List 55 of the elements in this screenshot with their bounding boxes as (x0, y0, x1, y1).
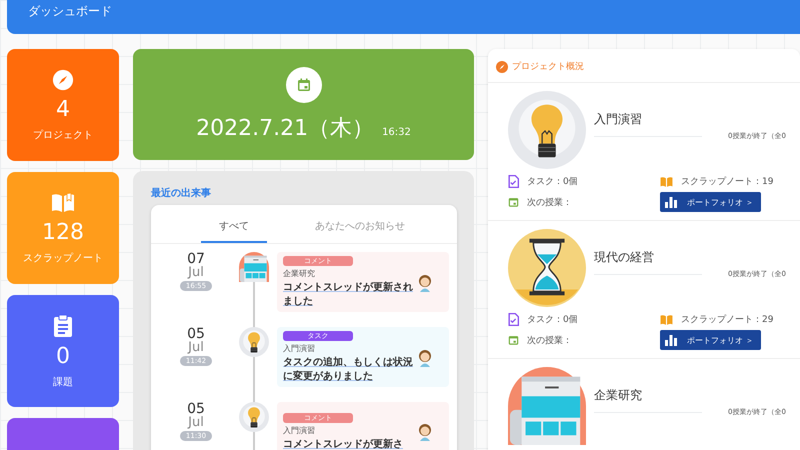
panel-title: 最近の出来事 (151, 186, 211, 200)
book-icon (660, 176, 673, 188)
event-day: 07 (187, 252, 205, 266)
event-project: 入門演習 (283, 424, 315, 436)
event-month: Jul (188, 266, 204, 280)
page-title: ダッシュボード (28, 3, 112, 20)
portfolio-button[interactable]: ポートフォリオ ＞ (660, 192, 761, 212)
next-class: 次の授業： (527, 196, 572, 208)
light-bulb-drawing (239, 402, 269, 432)
stat-label: プロジェクト (33, 128, 93, 142)
event-month: Jul (188, 341, 204, 356)
date-text: 2022.7.21（木） (196, 114, 374, 142)
calendar-icon (508, 196, 519, 208)
event-project: 入門演習 (283, 343, 315, 354)
avatar-icon (417, 423, 433, 441)
book-icon (51, 192, 75, 214)
project-name[interactable]: 企業研究 (594, 387, 800, 404)
scrap-count: スクラップノート：29 (681, 313, 774, 326)
calendar-icon (286, 66, 322, 102)
avatar-icon (417, 348, 433, 366)
event-message[interactable]: タスクの追加、もしくは状況に変更がありました (283, 356, 417, 384)
bar-chart-icon (665, 334, 677, 346)
event-day: 05 (187, 327, 205, 341)
event-message[interactable]: コメントスレッドが更新さ (283, 438, 403, 450)
next-class: 次の授業： (527, 334, 572, 346)
file-check-icon (508, 175, 519, 188)
task-count: タスク：0個 (527, 314, 578, 326)
stat-card[interactable]: 0 課題 (7, 295, 119, 407)
scrap-count: スクラップノート：19 (681, 175, 774, 188)
calendar-icon (508, 334, 519, 346)
stat-value: 0 (56, 344, 70, 368)
bar-chart-icon (665, 196, 677, 208)
time-text: 16:32 (382, 126, 411, 138)
avatar-icon (417, 274, 433, 292)
book-icon (660, 314, 673, 326)
stat-value: 4 (56, 96, 70, 122)
project-name[interactable]: 入門演習 (594, 111, 800, 128)
compass-icon (52, 68, 74, 90)
panel-title: プロジェクト概況 (512, 60, 584, 73)
web-page-drawing (239, 252, 269, 282)
stat-label: スクラップノート (23, 252, 103, 264)
clipboard-icon (53, 314, 73, 338)
event-day: 05 (187, 402, 205, 416)
portfolio-button[interactable]: ポートフォリオ ＞ (660, 330, 761, 350)
tab[interactable]: すべて (201, 205, 267, 243)
stat-label: 課題 (53, 376, 73, 388)
event-month: Jul (188, 416, 204, 430)
stat-value: 128 (42, 220, 84, 244)
file-check-icon (508, 313, 519, 326)
project-name[interactable]: 現代の経営 (594, 249, 800, 266)
event-message[interactable]: コメントスレッドが更新されました (283, 281, 417, 309)
compass-icon (496, 60, 508, 72)
event-project: 企業研究 (283, 268, 315, 279)
task-count: タスク：0個 (527, 176, 578, 188)
light-bulb-drawing (239, 327, 269, 357)
